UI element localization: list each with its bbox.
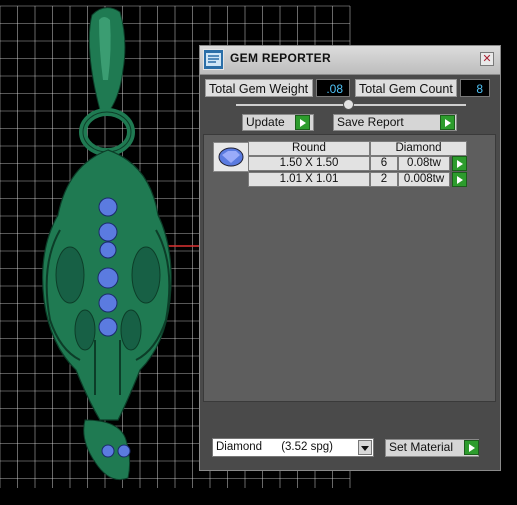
total-gem-count-value: 8 (460, 79, 490, 97)
total-gem-weight-value: .08 (316, 79, 350, 97)
gem-stone (101, 444, 115, 458)
update-button-label: Update (246, 115, 285, 129)
material-dropdown[interactable]: Diamond (3.52 spg) (212, 438, 374, 457)
set-material-play-icon[interactable] (464, 440, 479, 455)
gem-stone (98, 293, 118, 313)
gem-weight-cell: 0.008tw (398, 172, 450, 187)
gem-stone (99, 241, 117, 259)
round-gem-icon (213, 142, 249, 172)
gem-weight-cell: 0.08tw (398, 156, 450, 171)
total-gem-weight-label: Total Gem Weight (205, 79, 313, 97)
row-select-icon[interactable] (452, 172, 467, 187)
save-report-play-icon[interactable] (440, 115, 455, 130)
pendant-model[interactable] (42, 7, 172, 481)
gem-stone (98, 317, 118, 337)
gem-size-cell: 1.01 X 1.01 (248, 172, 370, 187)
gem-stone (98, 197, 118, 217)
set-material-button-label: Set Material (389, 440, 454, 454)
update-play-icon[interactable] (295, 115, 310, 130)
gem-reporter-panel: GEM REPORTER ✕ Total Gem Weight .08 Tota… (199, 45, 501, 471)
panel-title: GEM REPORTER (230, 51, 331, 65)
panel-titlebar[interactable]: GEM REPORTER ✕ (200, 46, 500, 75)
gem-stone (117, 444, 131, 458)
save-report-button[interactable]: Save Report (333, 114, 457, 131)
chevron-down-icon[interactable] (358, 440, 372, 455)
column-header-round: Round (248, 141, 370, 156)
gem-count-cell: 6 (370, 156, 398, 171)
material-selected-value: Diamond (3.52 spg) (216, 441, 333, 453)
gem-reporter-icon (203, 49, 224, 70)
panel-slider-knob[interactable] (343, 99, 354, 110)
gem-stone (98, 222, 118, 242)
gem-size-cell: 1.50 X 1.50 (248, 156, 370, 171)
gem-count-cell: 2 (370, 172, 398, 187)
gem-list-area: Round Diamond 1.50 X 1.50 6 0.08tw 1.01 … (203, 134, 496, 402)
row-select-icon[interactable] (452, 156, 467, 171)
total-gem-count-label: Total Gem Count (355, 79, 457, 97)
save-report-button-label: Save Report (337, 115, 404, 129)
column-header-diamond: Diamond (370, 141, 467, 156)
application-window: GEM REPORTER ✕ Total Gem Weight .08 Tota… (0, 0, 517, 505)
gem-stone (97, 267, 119, 289)
close-icon[interactable]: ✕ (480, 52, 494, 66)
